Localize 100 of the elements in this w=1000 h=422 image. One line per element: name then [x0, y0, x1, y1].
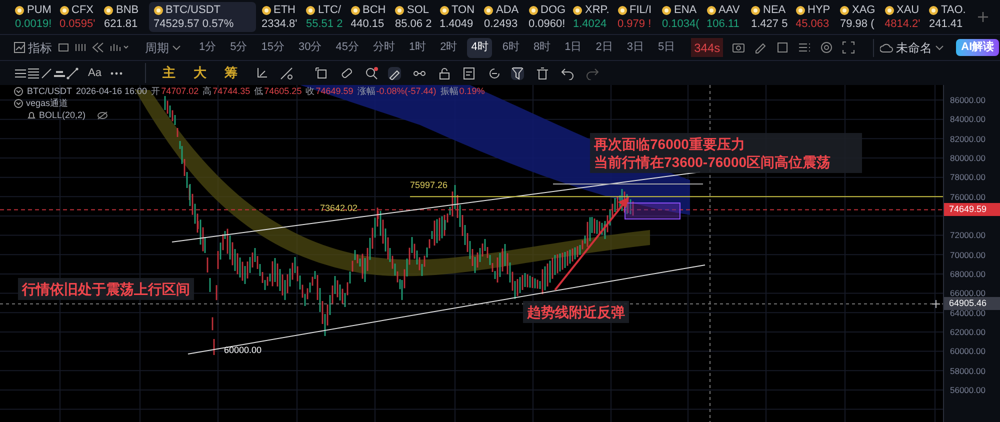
coin-icon — [884, 6, 894, 14]
axis-tick-label: 82000.00 — [950, 134, 986, 144]
last-price-tag: 74649.59 — [944, 203, 1000, 216]
list-icon[interactable] — [798, 41, 812, 54]
ticker-item[interactable]: TON 1.4049 — [440, 2, 484, 32]
collapse-icon[interactable] — [14, 99, 23, 108]
collapse-icon[interactable] — [14, 87, 23, 96]
interval-tab[interactable]: 45分 — [332, 38, 363, 58]
coin-icon — [751, 6, 760, 14]
ticker-item[interactable]: XAU 4814.2' — [884, 2, 929, 32]
coin-icon — [262, 6, 270, 14]
zoom-icon[interactable] — [365, 66, 378, 80]
axis-tick-label: 72000.00 — [950, 230, 986, 240]
undo-icon[interactable] — [561, 66, 574, 80]
ticker-item[interactable]: BTC/USDT 74529.57 0.57% — [148, 2, 256, 32]
axis-tick-label: 86000.00 — [950, 95, 986, 105]
template-icon[interactable] — [58, 42, 69, 53]
tool-icon[interactable] — [255, 66, 268, 80]
delete-icon[interactable] — [536, 66, 550, 80]
fullscreen-icon[interactable] — [842, 41, 856, 54]
ray-icon[interactable] — [66, 66, 79, 80]
add-icon[interactable] — [932, 300, 940, 308]
axis-tick-label: 68000.00 — [950, 268, 986, 279]
ticker-item[interactable]: XAG 79.98 ( — [840, 2, 884, 32]
note-icon[interactable] — [463, 66, 476, 80]
ticker-item[interactable]: TAO. 241.41 — [929, 2, 974, 32]
interval-tab[interactable]: 分时 — [369, 38, 399, 58]
ticker-item[interactable]: FIL/I 0.979 ! — [618, 2, 662, 32]
brush-icon[interactable] — [388, 66, 402, 80]
interval-tab[interactable]: 8时 — [530, 38, 555, 58]
coin-icon — [929, 6, 938, 14]
ticker-item[interactable]: AAV 106.11 — [706, 2, 751, 32]
rewind-icon[interactable] — [92, 42, 104, 53]
lock-icon[interactable] — [438, 66, 452, 80]
ticker-item[interactable]: CFX 0.0595' — [60, 2, 104, 32]
bars-icon[interactable] — [75, 42, 86, 53]
ticker-item[interactable]: DOG 0.0960! — [528, 2, 573, 32]
measure-icon[interactable] — [280, 66, 294, 80]
price-label: 60000.00 — [224, 345, 262, 356]
interval-tab[interactable]: 1日 — [560, 38, 586, 58]
interval-tab[interactable]: 1时 — [405, 38, 430, 58]
coin-icon — [573, 6, 582, 14]
redo-icon[interactable] — [586, 66, 600, 80]
coin-icon — [104, 6, 113, 14]
interval-tab[interactable]: 2时 — [436, 38, 462, 58]
period-dropdown[interactable]: 周期 — [145, 38, 181, 56]
interval-tab[interactable]: 2日 — [592, 38, 617, 58]
filter-icon[interactable] — [511, 66, 524, 80]
coin-icon — [395, 6, 404, 14]
overlay-toggle-button[interactable]: 筹 — [224, 63, 238, 83]
range-box — [624, 202, 680, 220]
overlay-toggle-button[interactable]: 大 — [193, 63, 206, 83]
ticker-item[interactable]: LTC/ 55.51 2 — [306, 2, 350, 32]
coin-icon — [484, 6, 493, 14]
ticker-item[interactable]: SOL 85.06 2 — [395, 2, 440, 32]
ticker-item[interactable]: BCH 440.15 — [350, 2, 395, 32]
ticker-item[interactable]: PUM 0.0019! — [15, 2, 60, 32]
interval-tab[interactable]: 5分 — [226, 38, 252, 58]
interval-tab[interactable]: 15分 — [257, 38, 288, 58]
coin-icon — [528, 6, 538, 14]
interval-tab[interactable]: 3日 — [622, 38, 648, 58]
volume-bars-icon[interactable] — [110, 42, 129, 53]
trend-line-icon[interactable] — [40, 66, 53, 80]
interval-tab[interactable]: 6时 — [498, 38, 524, 58]
select-icon[interactable] — [315, 66, 328, 80]
interval-tab[interactable]: 4时 — [467, 38, 492, 58]
coin-icon — [440, 6, 448, 14]
ticker-item[interactable]: ADA 0.2493 — [484, 2, 528, 32]
interval-tab[interactable]: 30分 — [294, 38, 326, 58]
menu-icon[interactable] — [14, 66, 27, 80]
camera-icon[interactable] — [732, 41, 746, 54]
coin-icon — [306, 6, 315, 14]
ticker-item[interactable]: NEA 1.427 5 — [751, 2, 796, 32]
hidden-eye-icon[interactable] — [96, 111, 108, 120]
ticker-item[interactable]: BNB 621.81 — [104, 2, 148, 32]
settings-icon[interactable] — [820, 41, 834, 54]
coin-icon — [60, 6, 68, 14]
axis-tick-label: 60000.00 — [950, 346, 986, 356]
ticker-item[interactable]: HYP 45.063 — [796, 2, 840, 32]
axis-tick-label: 56000.00 — [950, 384, 986, 395]
countdown-timer: 344s — [691, 38, 724, 57]
legend-value: 0.19% — [459, 86, 485, 97]
layout-name-dropdown[interactable]: 未命名 — [873, 38, 944, 56]
text-tool-button[interactable]: Aa — [88, 64, 102, 82]
pencil-icon[interactable] — [754, 41, 768, 54]
axis-tick-label: 58000.00 — [950, 366, 986, 376]
ticker-item[interactable]: ENA 0.1034( — [662, 2, 706, 32]
legend-label: 振幅 — [440, 86, 458, 97]
legend-label: 开 — [151, 86, 160, 97]
bell-icon[interactable] — [27, 111, 36, 120]
annotation-text: 再次面临76000重要压力 — [594, 135, 746, 153]
interval-tab[interactable]: 5日 — [654, 38, 680, 58]
ticker-item[interactable]: ETH 2334.8' — [262, 2, 306, 32]
price-label: 73642.02 — [320, 203, 358, 214]
overlay-toggle-button[interactable]: 主 — [162, 63, 176, 83]
lines-icon[interactable] — [27, 66, 40, 80]
interval-tab[interactable]: 1分 — [195, 38, 220, 58]
layout-icon[interactable] — [776, 41, 790, 54]
ticker-item[interactable]: XRP. 1.4024 — [573, 2, 618, 32]
indicator-button[interactable]: 指标 — [14, 38, 52, 56]
